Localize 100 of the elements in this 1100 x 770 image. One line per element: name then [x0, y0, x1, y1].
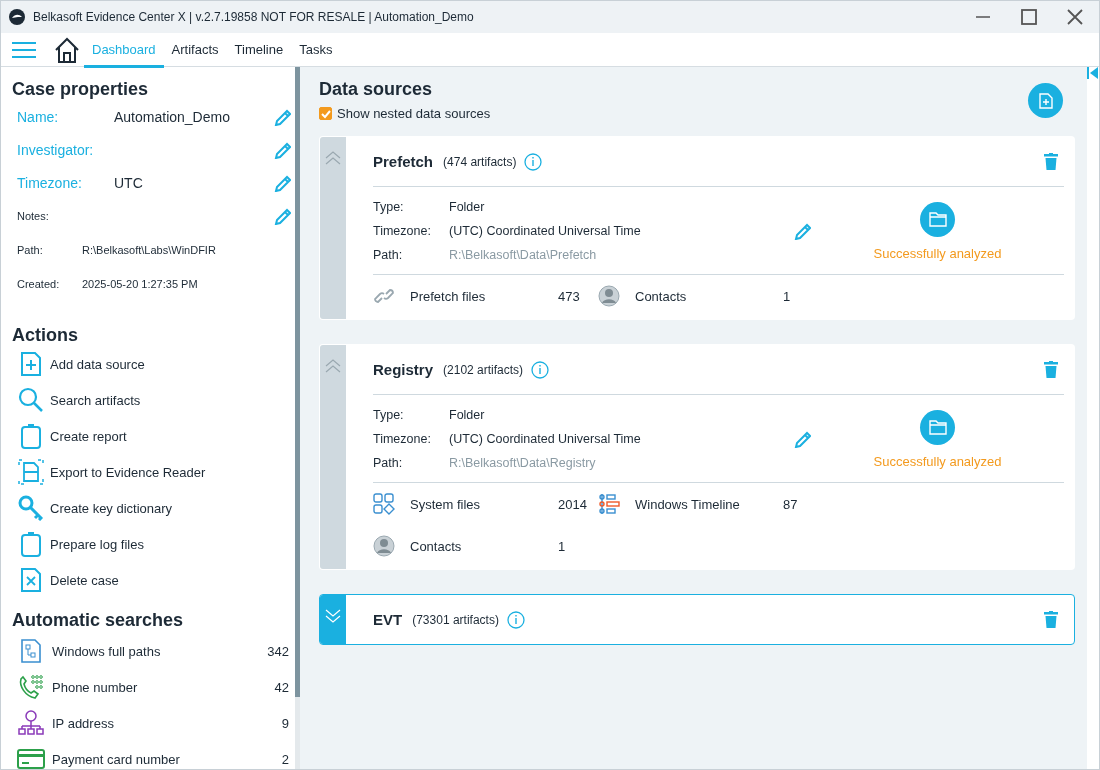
home-icon[interactable]: [54, 36, 80, 63]
property-label: Created:: [17, 278, 61, 290]
person-icon: [373, 535, 395, 557]
stat-count: 87: [783, 496, 799, 512]
property-label: Investigator:: [17, 141, 95, 158]
trash-icon[interactable]: [1044, 153, 1058, 170]
detail-label: Path:: [373, 248, 404, 262]
phone-icon: [17, 674, 45, 700]
file-plus-icon: [1038, 92, 1053, 109]
action-link[interactable]: Add data source: [50, 356, 145, 372]
grid-shapes-icon: [373, 493, 395, 515]
search-link[interactable]: Payment card number: [52, 751, 180, 767]
nav-tab[interactable]: Artifacts: [163, 34, 227, 68]
source-name: EVT: [373, 611, 403, 628]
scrollbar-thumb[interactable]: [295, 67, 300, 697]
stat-link[interactable]: System files: [410, 496, 558, 512]
action-link[interactable]: Export to Evidence Reader: [50, 464, 206, 480]
stat-link[interactable]: Contacts: [410, 538, 558, 554]
property-label: Timezone:: [17, 174, 83, 191]
file-plus-icon: [20, 351, 42, 377]
status-text: Successfully analyzed: [873, 245, 1002, 261]
detail-value: (UTC) Coordinated Universal Time: [449, 432, 642, 446]
pencil-icon[interactable]: [793, 222, 811, 240]
action-link[interactable]: Delete case: [50, 572, 119, 588]
page-heading: Data sources: [319, 79, 434, 100]
trash-icon[interactable]: [1044, 361, 1058, 378]
search-icon: [18, 387, 44, 413]
stat-count: 473: [558, 288, 581, 304]
folder-button[interactable]: [920, 201, 955, 237]
info-icon[interactable]: [506, 610, 525, 629]
property-label: Notes:: [17, 210, 50, 222]
app-logo-icon: [9, 9, 25, 25]
checkbox-label: Show nested data sources: [337, 106, 491, 121]
pencil-icon[interactable]: [273, 107, 291, 126]
source-name: Registry: [373, 361, 434, 378]
action-link[interactable]: Create key dictionary: [50, 500, 173, 516]
collapse-chevron-icon[interactable]: [325, 151, 341, 165]
action-link[interactable]: Prepare log files: [50, 536, 144, 552]
maximize-icon[interactable]: [1021, 9, 1037, 25]
nav-tab[interactable]: Timeline: [226, 34, 292, 68]
detail-label: Path:: [373, 456, 404, 470]
menu-icon[interactable]: [12, 40, 36, 59]
expand-chevron-icon[interactable]: [325, 609, 341, 623]
stat-link[interactable]: Windows Timeline: [635, 496, 783, 512]
card-icon: [17, 748, 45, 769]
person-icon: [598, 285, 620, 307]
stat-link[interactable]: Prefetch files: [410, 288, 558, 304]
folder-button[interactable]: [920, 409, 955, 445]
search-link[interactable]: Phone number: [52, 679, 138, 695]
search-count: 42: [274, 679, 289, 695]
add-source-button[interactable]: [1028, 83, 1063, 118]
detail-value: (UTC) Coordinated Universal Time: [449, 224, 642, 238]
stat-count: 2014: [558, 496, 588, 512]
pencil-icon[interactable]: [273, 207, 291, 225]
trash-icon[interactable]: [1044, 611, 1058, 628]
clipboard-icon: [20, 423, 42, 449]
folder-icon: [928, 419, 947, 435]
collapse-panel-icon[interactable]: [1087, 67, 1099, 79]
stat-count: 1: [558, 538, 567, 554]
artifact-count: (474 artifacts): [443, 154, 517, 169]
nav-tab[interactable]: Tasks: [291, 34, 341, 68]
file-x-icon: [20, 567, 42, 593]
export-icon: [18, 459, 44, 485]
search-count: 342: [267, 643, 289, 659]
pencil-icon[interactable]: [273, 173, 291, 192]
property-value: Automation_Demo: [114, 108, 231, 125]
property-value: 2025-05-20 1:27:35 PM: [82, 278, 199, 290]
section-heading: Automatic searches: [12, 610, 185, 631]
pencil-icon[interactable]: [793, 430, 811, 448]
timeline-icon: [598, 493, 620, 515]
detail-label: Timezone:: [373, 224, 432, 238]
action-link[interactable]: Search artifacts: [50, 392, 141, 408]
stat-count: 1: [783, 288, 792, 304]
property-value: R:\Belkasoft\Labs\WinDFIR: [82, 244, 217, 256]
stat-link[interactable]: Contacts: [635, 288, 783, 304]
window-title: Belkasoft Evidence Center X | v.2.7.19858 NOT FOR RESALE | Automation_Demo: [33, 10, 474, 24]
source-name: Prefetch: [373, 153, 434, 170]
artifact-count: (2102 artifacts): [443, 362, 524, 377]
info-icon[interactable]: [524, 152, 543, 171]
status-text: Successfully analyzed: [873, 453, 1002, 469]
file-tree-icon: [20, 638, 42, 664]
section-heading: Case properties: [12, 79, 150, 100]
checkbox[interactable]: [319, 107, 332, 120]
folder-icon: [928, 211, 947, 227]
property-value: UTC: [114, 174, 144, 191]
key-icon: [18, 495, 44, 521]
info-icon[interactable]: [531, 360, 550, 379]
check-icon: [320, 108, 331, 119]
close-icon[interactable]: [1067, 9, 1083, 25]
search-link[interactable]: Windows full paths: [52, 643, 161, 659]
pencil-icon[interactable]: [273, 140, 291, 159]
detail-label: Timezone:: [373, 432, 432, 446]
action-link[interactable]: Create report: [50, 428, 127, 444]
detail-value: Folder: [449, 408, 486, 422]
network-icon: [17, 710, 45, 736]
detail-value: Folder: [449, 200, 486, 214]
search-link[interactable]: IP address: [52, 715, 114, 731]
collapse-chevron-icon[interactable]: [325, 359, 341, 373]
property-label: Name:: [17, 108, 60, 125]
section-heading: Actions: [12, 325, 79, 346]
